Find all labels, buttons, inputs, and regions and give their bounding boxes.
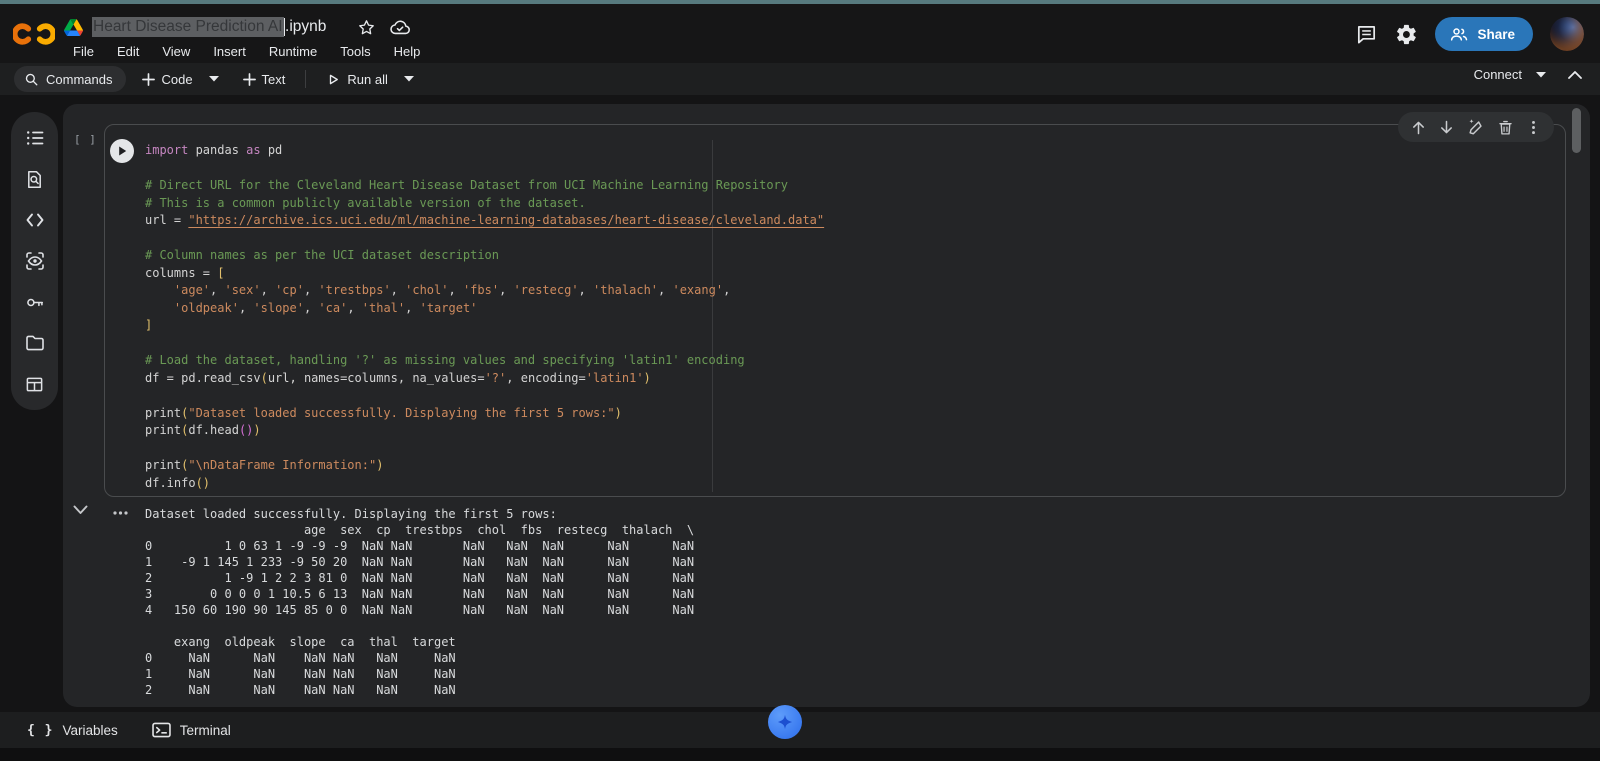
colab-window: Heart Disease Prediction AI.ipynb File E… — [0, 0, 1600, 761]
menu-file[interactable]: File — [66, 42, 101, 61]
people-icon — [1449, 25, 1469, 43]
run-cell-button[interactable] — [110, 139, 134, 163]
menu-help[interactable]: Help — [387, 42, 428, 61]
gemini-spark-icon — [775, 712, 795, 732]
execution-count-indicator: [ ] — [74, 133, 97, 146]
files-folder-icon[interactable] — [25, 333, 45, 353]
connect-caret-icon[interactable] — [1536, 72, 1546, 78]
add-code-caret-icon[interactable] — [209, 76, 219, 82]
variables-button[interactable]: { } Variables — [27, 723, 118, 738]
variables-braces-icon: { } — [27, 723, 53, 738]
share-label: Share — [1477, 27, 1515, 42]
play-icon — [116, 145, 128, 157]
code-line[interactable]: print(df.head()) — [145, 422, 824, 440]
colab-logo[interactable] — [13, 17, 55, 51]
collapse-output-chevron-icon[interactable] — [73, 505, 88, 515]
secrets-key-icon[interactable] — [25, 292, 45, 312]
toolbar-divider — [305, 70, 306, 88]
gemini-spark-button[interactable] — [768, 705, 802, 739]
find-and-replace-icon[interactable] — [25, 169, 45, 189]
left-sidebar — [11, 112, 58, 410]
code-line[interactable] — [145, 440, 824, 458]
edit-with-ai-icon[interactable] — [1467, 118, 1485, 136]
code-line[interactable]: 'oldpeak', 'slope', 'ca', 'thal', 'targe… — [145, 300, 824, 318]
code-line[interactable] — [145, 335, 824, 353]
code-line[interactable] — [145, 387, 824, 405]
notebook-title-selected-text: Heart Disease Prediction AI — [92, 17, 284, 37]
terminal-label: Terminal — [180, 723, 231, 738]
plus-icon — [243, 73, 256, 86]
connect-button[interactable]: Connect — [1474, 67, 1522, 82]
menu-runtime[interactable]: Runtime — [262, 42, 324, 61]
run-all-label: Run all — [347, 72, 387, 87]
collapse-header-chevron-icon[interactable] — [1568, 70, 1582, 79]
add-code-label: Code — [161, 72, 192, 87]
star-icon[interactable] — [357, 18, 376, 37]
variables-label: Variables — [62, 723, 117, 738]
run-all-caret-icon[interactable] — [404, 76, 414, 82]
cell-more-options-icon[interactable] — [1525, 119, 1542, 136]
terminal-button[interactable]: Terminal — [152, 722, 231, 738]
header: Heart Disease Prediction AI.ipynb File E… — [0, 4, 1600, 63]
run-all-button[interactable]: Run all — [320, 68, 393, 91]
cell-output-text: Dataset loaded successfully. Displaying … — [145, 506, 694, 698]
code-line[interactable]: columns = [ — [145, 265, 824, 283]
move-cell-down-icon[interactable] — [1438, 119, 1455, 136]
delete-cell-icon[interactable] — [1497, 119, 1514, 136]
comments-icon[interactable] — [1355, 23, 1378, 46]
notebook-title-extension: .ipynb — [285, 18, 326, 36]
output-more-options-icon[interactable] — [112, 509, 129, 517]
code-line[interactable]: ] — [145, 317, 824, 335]
add-code-button[interactable]: Code — [136, 68, 198, 91]
code-line[interactable] — [145, 230, 824, 248]
code-line[interactable]: # Direct URL for the Cleveland Heart Dis… — [145, 177, 824, 195]
plus-icon — [142, 73, 155, 86]
share-button[interactable]: Share — [1435, 17, 1533, 51]
code-line[interactable] — [145, 160, 824, 178]
cell-toolbar — [1398, 112, 1554, 142]
move-cell-up-icon[interactable] — [1410, 119, 1427, 136]
menubar: File Edit View Insert Runtime Tools Help — [66, 42, 427, 61]
code-line[interactable]: url = "https://archive.ics.uci.edu/ml/ma… — [145, 212, 824, 230]
terminal-icon — [152, 722, 171, 738]
notebook-title[interactable]: Heart Disease Prediction AI.ipynb — [92, 17, 326, 37]
menu-insert[interactable]: Insert — [206, 42, 253, 61]
cloud-save-icon[interactable] — [389, 18, 411, 36]
code-line[interactable]: print("Dataset loaded successfully. Disp… — [145, 405, 824, 423]
add-text-label: Text — [262, 72, 286, 87]
code-line[interactable]: df.info() — [145, 475, 824, 493]
add-text-button[interactable]: Text — [237, 68, 292, 91]
menu-view[interactable]: View — [155, 42, 197, 61]
drive-icon — [64, 19, 83, 36]
code-area[interactable]: import pandas as pd # Direct URL for the… — [145, 142, 824, 492]
account-avatar[interactable] — [1550, 17, 1584, 51]
window-bottom-strip — [0, 748, 1600, 761]
code-line[interactable]: # Column names as per the UCI dataset de… — [145, 247, 824, 265]
code-line[interactable]: import pandas as pd — [145, 142, 824, 160]
commands-button[interactable]: Commands — [14, 66, 126, 92]
variable-inspector-icon[interactable] — [25, 251, 45, 271]
notebook-toolbar: Commands Code Text — [0, 63, 1600, 95]
run-all-play-icon — [326, 72, 341, 87]
data-table-icon[interactable] — [25, 374, 45, 394]
code-line[interactable]: # This is a common publicly available ve… — [145, 195, 824, 213]
code-line[interactable]: # Load the dataset, handling '?' as miss… — [145, 352, 824, 370]
settings-gear-icon[interactable] — [1395, 23, 1418, 46]
code-line[interactable]: df = pd.read_csv(url, names=columns, na_… — [145, 370, 824, 388]
vertical-scrollbar-thumb[interactable] — [1572, 108, 1581, 153]
table-of-contents-icon[interactable] — [25, 128, 45, 148]
code-line[interactable]: print("\nDataFrame Information:") — [145, 457, 824, 475]
menu-edit[interactable]: Edit — [110, 42, 146, 61]
commands-label: Commands — [46, 72, 112, 87]
search-icon — [24, 72, 39, 87]
code-line[interactable]: 'age', 'sex', 'cp', 'trestbps', 'chol', … — [145, 282, 824, 300]
code-snippets-icon[interactable] — [25, 210, 45, 230]
menu-tools[interactable]: Tools — [333, 42, 377, 61]
